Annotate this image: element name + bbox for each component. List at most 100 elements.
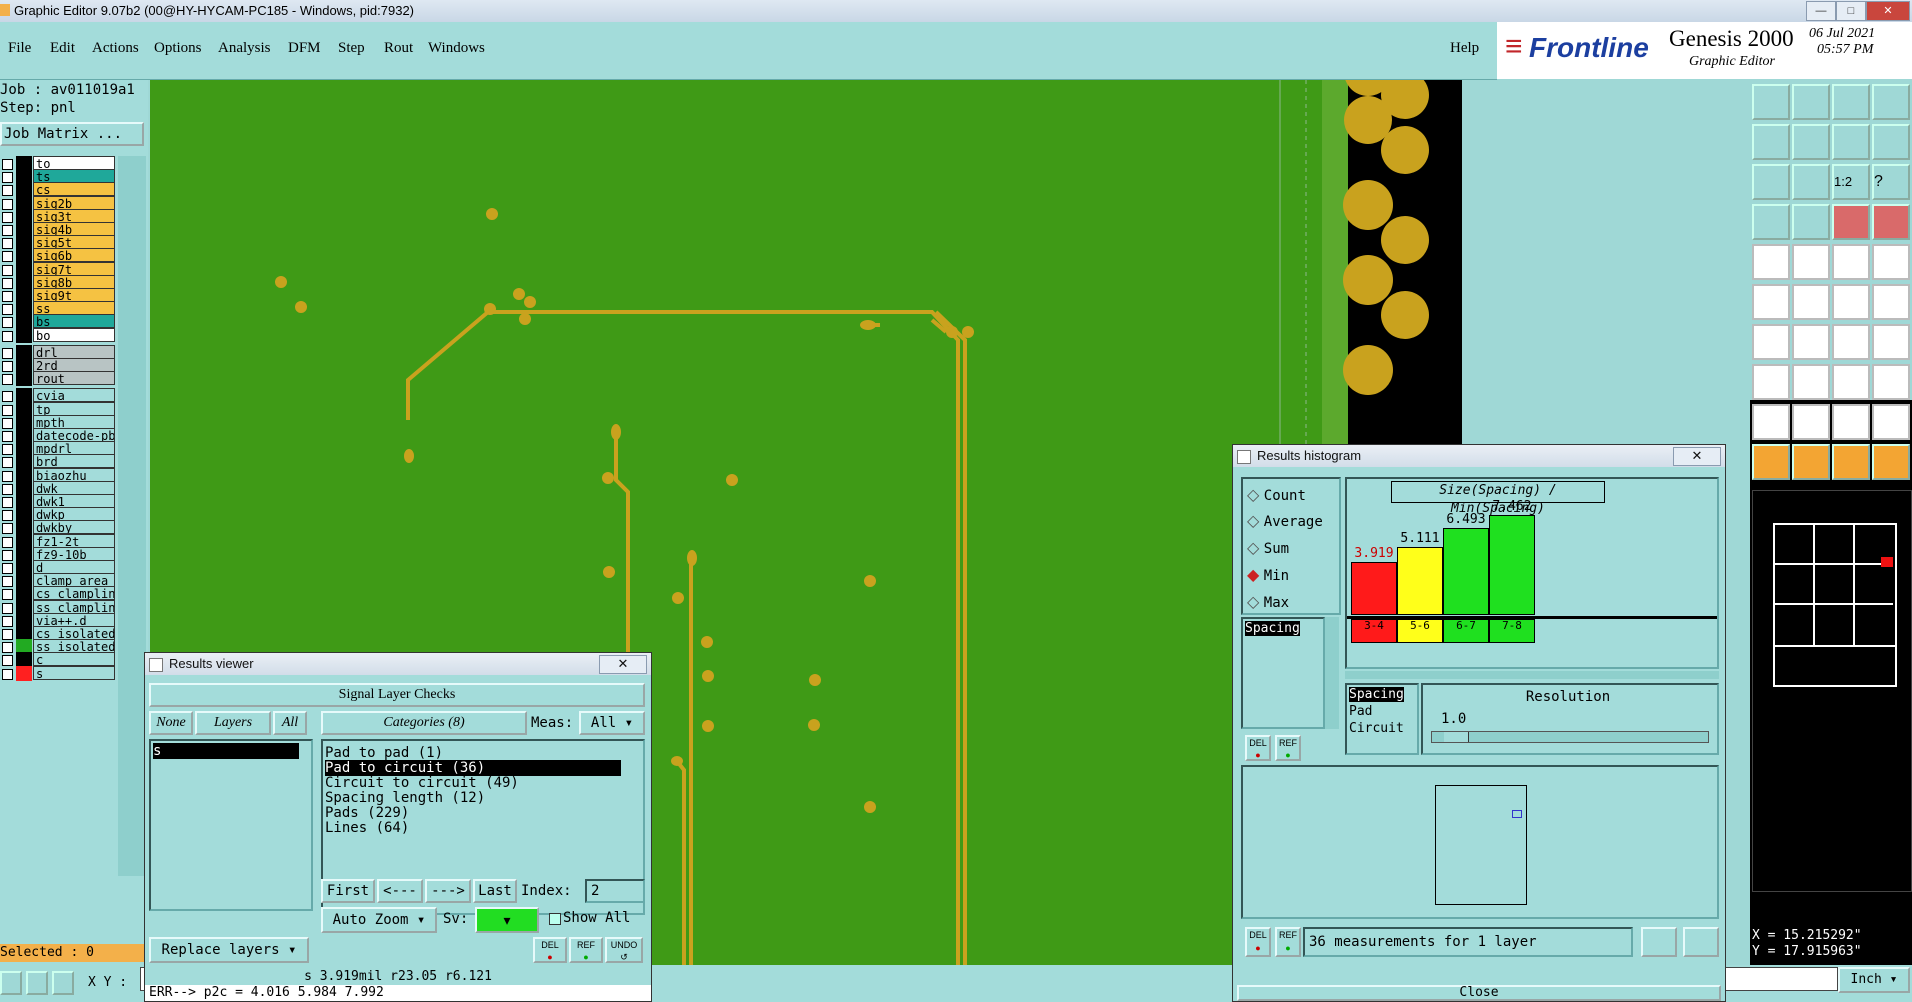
layer-checkbox[interactable] [2, 668, 13, 680]
layer-name[interactable]: rout [33, 371, 115, 386]
status-tool-3-icon[interactable] [52, 971, 74, 995]
layer-color-swatch[interactable] [16, 665, 32, 681]
layer-name[interactable]: ts [33, 169, 115, 184]
ref-button[interactable]: REF ● [569, 937, 603, 963]
menu-help[interactable]: Help [1450, 40, 1479, 57]
add-pad-icon[interactable] [1752, 364, 1790, 400]
histogram-bar[interactable] [1489, 515, 1535, 615]
zoom-back-icon[interactable] [1792, 84, 1830, 120]
last-button[interactable]: Last [473, 879, 517, 903]
list-item[interactable]: Pad to circuit (36) [325, 760, 621, 776]
layer-row-bo[interactable]: bo [0, 327, 118, 343]
text-a4-icon[interactable] [1872, 404, 1910, 440]
menu-rout[interactable]: Rout [384, 40, 413, 57]
histogram-close-button[interactable]: Close [1237, 985, 1721, 1001]
undo-button[interactable]: UNDO ↺ [605, 937, 643, 963]
list-item[interactable]: Spacing length (12) [325, 790, 485, 806]
mode-max-radio[interactable]: ◇ Max [1247, 592, 1289, 612]
layer-name[interactable]: dwk [33, 480, 115, 495]
snap-icon[interactable] [1872, 124, 1910, 160]
line-pad-icon[interactable] [1832, 284, 1870, 320]
draw-diag-icon[interactable] [1792, 324, 1830, 360]
menu-analysis[interactable]: Analysis [218, 40, 271, 57]
index-field[interactable]: 2 [585, 879, 645, 903]
close-button[interactable]: ✕ [1866, 1, 1910, 21]
shape-icon[interactable] [1832, 364, 1870, 400]
arc-icon[interactable] [1832, 324, 1870, 360]
layer-name[interactable]: biaozhu [33, 467, 115, 482]
text-a3-icon[interactable] [1832, 404, 1870, 440]
text-a2-icon[interactable] [1792, 404, 1830, 440]
measure-list[interactable]: Spacing [1241, 617, 1325, 729]
layer-name[interactable]: fz9-10b [33, 546, 115, 561]
layer-red-icon[interactable] [1832, 204, 1870, 240]
layer-name[interactable]: sig5t [33, 235, 115, 250]
maximize-button[interactable]: □ [1836, 1, 1866, 21]
measure-icon[interactable] [1752, 204, 1790, 240]
results-viewer-close-icon[interactable]: ✕ [599, 655, 647, 674]
grid-icon[interactable] [1792, 204, 1830, 240]
overview-map[interactable] [1752, 490, 1912, 892]
auto-zoom-button[interactable]: Auto Zoom ▾ [321, 907, 437, 933]
list-item[interactable]: Pad [1349, 704, 1372, 719]
footer-ref-button[interactable]: REF ● [1275, 927, 1301, 957]
scale-1-2-icon[interactable]: 1:2 [1832, 164, 1870, 200]
line-pad-2-icon[interactable] [1872, 284, 1910, 320]
menu-dfm[interactable]: DFM [288, 40, 321, 57]
pan-right-icon[interactable] [1792, 124, 1830, 160]
layer-name[interactable]: d [33, 560, 115, 574]
layer-name[interactable]: sig3t [33, 208, 115, 223]
draw-line-icon[interactable] [1752, 324, 1790, 360]
prev-button[interactable]: <--- [377, 879, 423, 903]
house-icon[interactable] [1832, 84, 1870, 120]
layer-name[interactable]: cs_isolated_ [33, 626, 115, 640]
layer-red-2-icon[interactable] [1872, 204, 1910, 240]
mode-min-radio[interactable]: ◆ Min [1247, 565, 1289, 585]
layer-name[interactable]: sig4b [33, 222, 115, 236]
resolution-slider[interactable] [1431, 731, 1709, 743]
mode-count-radio[interactable]: ◇ Count [1247, 485, 1306, 505]
none-button[interactable]: None [149, 711, 193, 735]
hist-del-button[interactable]: DEL ● [1245, 735, 1271, 761]
layer-row-s[interactable]: s [0, 665, 118, 681]
menu-actions[interactable]: Actions [92, 40, 139, 57]
meas-select[interactable]: All ▾ [579, 711, 645, 735]
pointer-icon[interactable] [1752, 444, 1790, 480]
zoom-to-result-icon[interactable] [1641, 927, 1677, 957]
categories-button[interactable]: Categories (8) [321, 711, 527, 735]
chart-scrollbar[interactable] [1345, 671, 1719, 679]
slider-handle[interactable] [1444, 732, 1469, 742]
layer-name[interactable]: clamp_area [33, 573, 115, 588]
layer-name[interactable]: mpdrl [33, 441, 115, 456]
layer-name[interactable]: cs [33, 182, 115, 197]
layer-name[interactable]: ss [33, 301, 115, 316]
mode-sum-radio[interactable]: ◇ Sum [1247, 538, 1289, 558]
layer-checkbox[interactable] [2, 374, 13, 386]
footer-del-button[interactable]: DEL ● [1245, 927, 1271, 957]
all-button[interactable]: All [273, 711, 307, 735]
first-button[interactable]: First [321, 879, 375, 903]
menu-options[interactable]: Options [154, 40, 202, 57]
pan-left-icon[interactable] [1752, 124, 1790, 160]
select-area-icon[interactable] [1792, 244, 1830, 280]
ruler-icon[interactable] [1832, 244, 1870, 280]
menu-edit[interactable]: Edit [50, 40, 75, 57]
fit-icon[interactable] [1752, 164, 1790, 200]
sv-color-select[interactable]: ▾ [475, 907, 539, 933]
camera-icon[interactable] [1752, 244, 1790, 280]
list-item[interactable]: Pads (229) [325, 805, 409, 821]
layer-name[interactable]: via++.d [33, 612, 115, 627]
del-button[interactable]: DEL ● [533, 937, 567, 963]
copy-icon[interactable] [1872, 364, 1910, 400]
show-all-checkbox[interactable] [549, 913, 561, 925]
layer-name[interactable]: bo [33, 327, 115, 342]
layer-result-list[interactable]: s [149, 739, 313, 911]
list-item[interactable]: Lines (64) [325, 820, 409, 836]
layer-name[interactable]: brd [33, 454, 115, 469]
histogram-bar[interactable] [1351, 562, 1397, 615]
minus-icon[interactable] [1792, 364, 1830, 400]
layer-name[interactable]: mpth [33, 414, 115, 429]
layer-name[interactable]: s [33, 665, 115, 680]
histogram-close-icon[interactable]: ✕ [1673, 447, 1721, 466]
list-item[interactable]: s [153, 743, 299, 759]
